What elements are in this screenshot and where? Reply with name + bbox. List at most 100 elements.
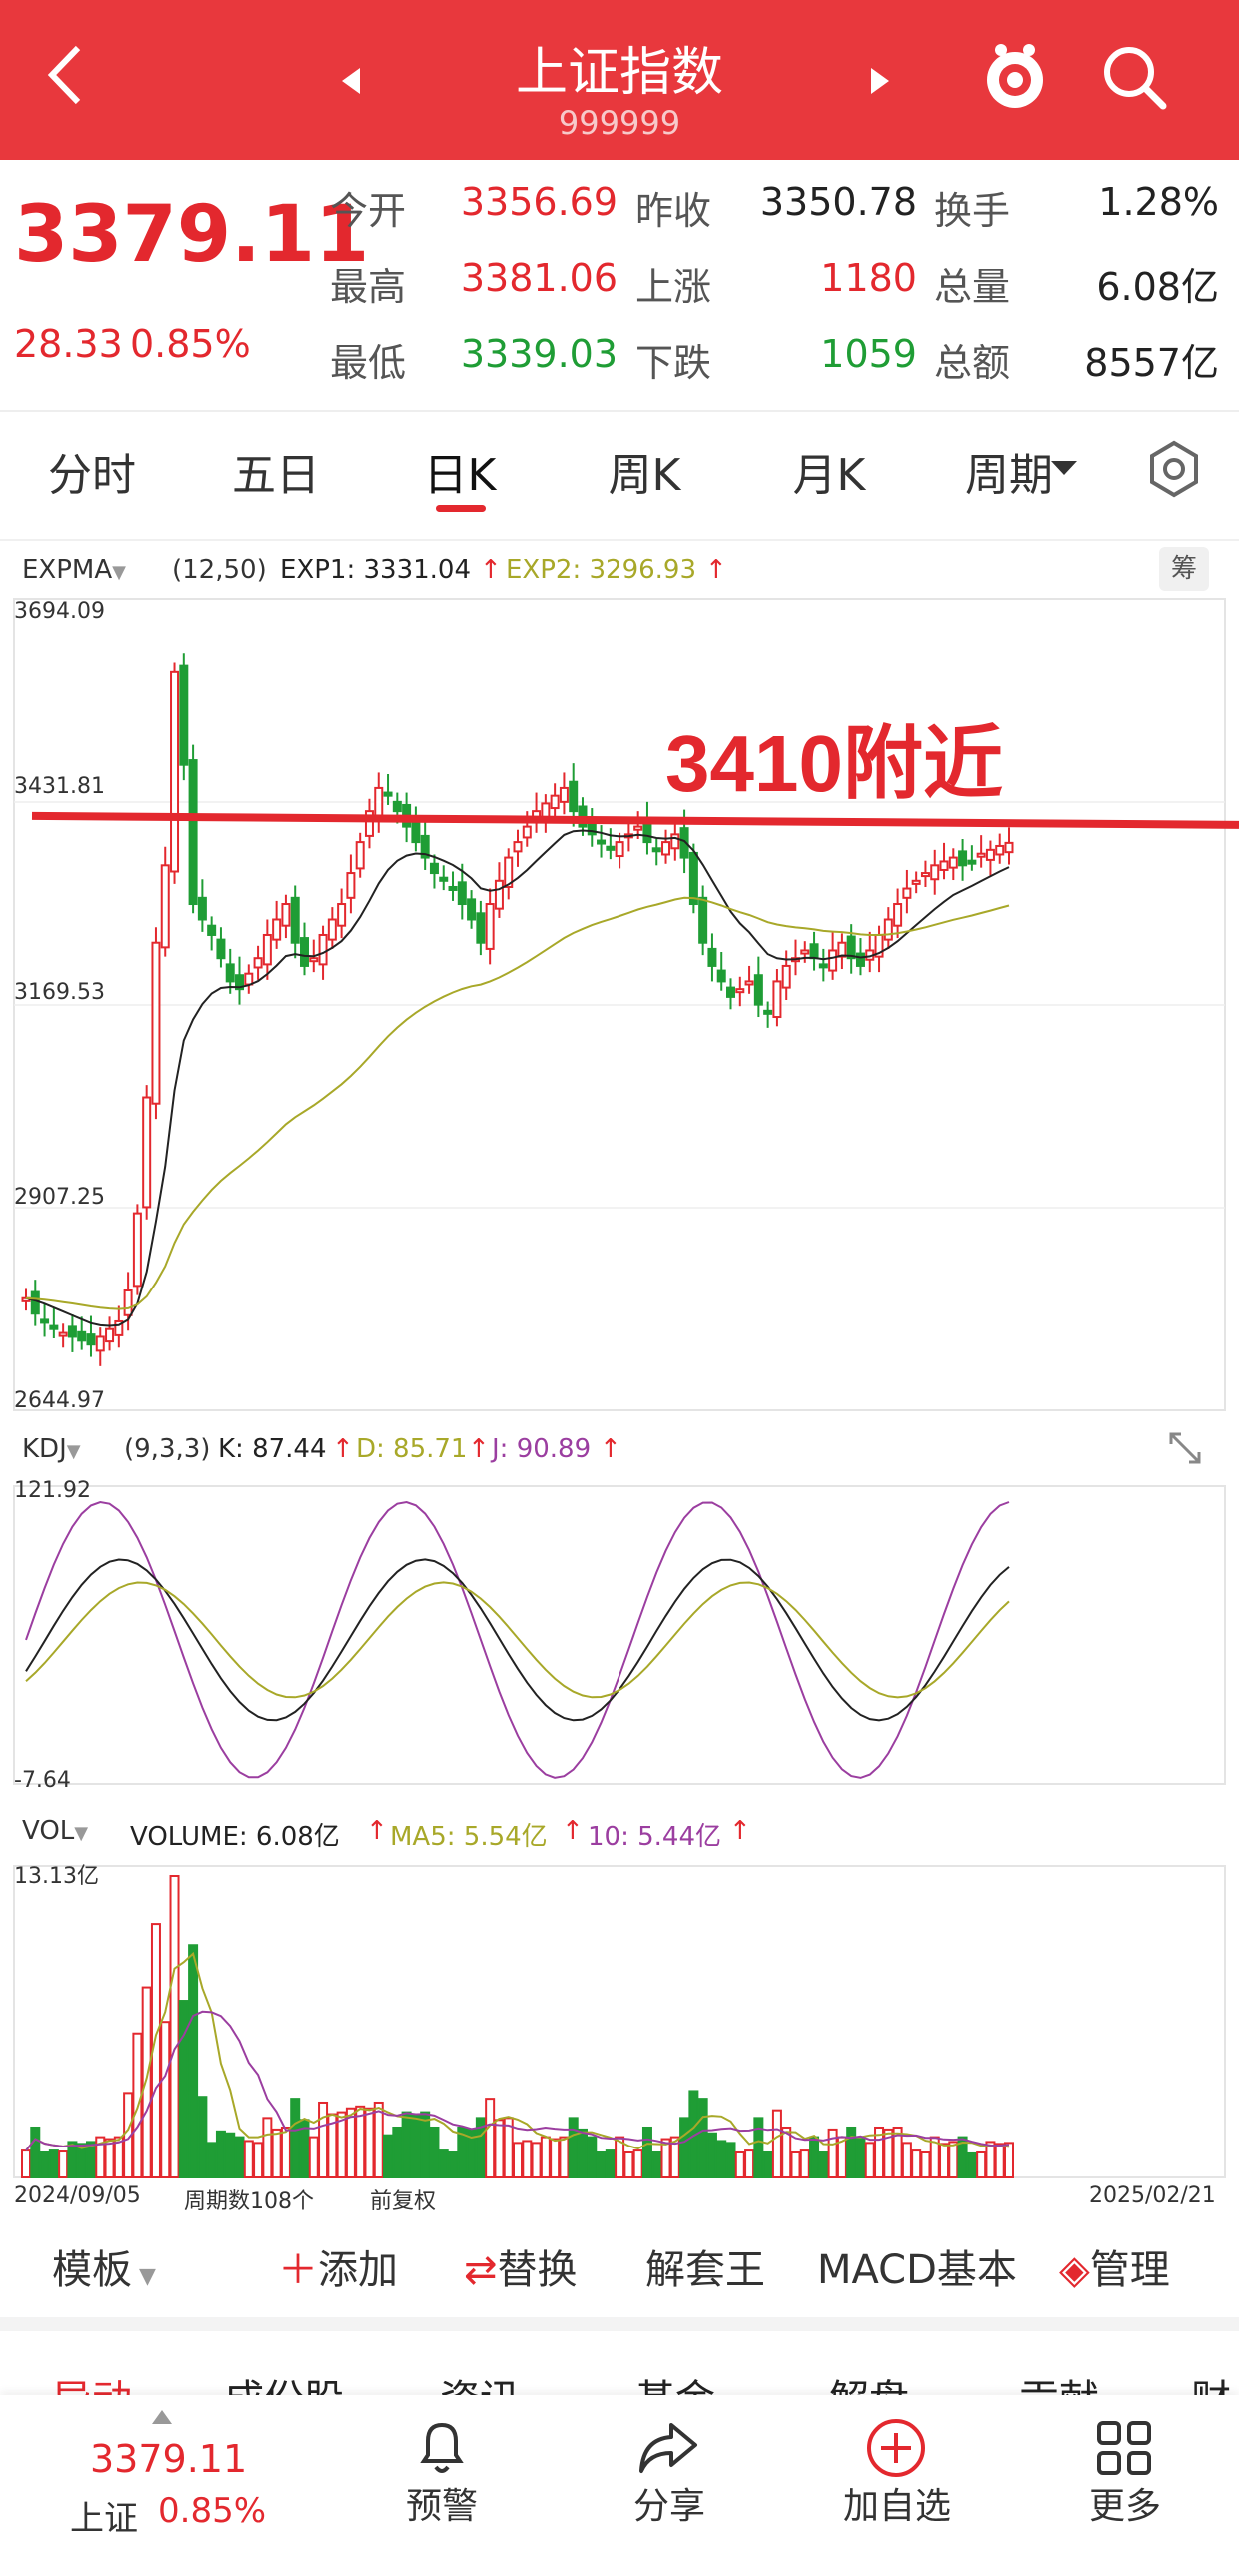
volume-bar: [39, 2150, 50, 2179]
volume-bar: [540, 2136, 551, 2179]
quote-value: 3356.69: [460, 180, 618, 224]
axis-start-date: 2024/09/05: [14, 2183, 141, 2208]
volume-bar: [716, 2140, 727, 2179]
add-watchlist-button[interactable]: 加自选: [817, 2477, 977, 2529]
candle: [902, 887, 912, 899]
candle: [911, 879, 921, 885]
page-title: 上证指数: [515, 43, 723, 103]
tab-daily-k[interactable]: 日K: [380, 439, 540, 503]
macd-button[interactable]: MACD基本: [817, 2237, 1017, 2295]
expand-icon[interactable]: [1167, 1430, 1203, 1470]
volume-bar: [679, 2117, 690, 2178]
settings-hex-icon[interactable]: [1144, 439, 1204, 503]
kdj-y-bottom: -7.64: [14, 1768, 71, 1793]
volume-bar: [559, 2136, 570, 2179]
candle: [967, 859, 977, 865]
vol-selector[interactable]: VOL▼: [22, 1816, 88, 1846]
reference-line: [31, 811, 1239, 829]
exp-params: (12,50): [172, 555, 267, 585]
kline-chart[interactable]: [0, 589, 1239, 2227]
volume-bar: [632, 2149, 643, 2179]
volume-bar: [308, 2136, 319, 2179]
kdj-selector[interactable]: KDJ▼: [22, 1434, 81, 1464]
tab-weekly-k[interactable]: 周K: [565, 439, 724, 503]
grid-icon[interactable]: [1095, 2419, 1153, 2481]
d-line: [25, 1581, 1010, 1699]
plus-circle-icon[interactable]: [865, 2417, 927, 2483]
search-icon[interactable]: [1099, 42, 1169, 116]
candle: [883, 918, 893, 941]
replace-label: 替换: [497, 2247, 578, 2293]
divider: [0, 539, 1239, 541]
candle: [1004, 841, 1014, 854]
volume-bar: [141, 1986, 152, 2179]
volume-bar: [846, 2126, 857, 2179]
volume-bar: [864, 2142, 875, 2179]
candle: [58, 1331, 68, 1337]
candle: [744, 980, 754, 986]
volume-bar: [67, 2141, 78, 2179]
chip-button[interactable]: 筹: [1159, 547, 1209, 591]
volume-bar: [550, 2138, 561, 2179]
volume-bar: [383, 2134, 394, 2178]
exp2-value: EXP2: 3296.93: [506, 555, 697, 585]
more-button[interactable]: 更多: [1045, 2477, 1205, 2529]
candle: [476, 912, 486, 944]
j-value: J: 90.89: [492, 1434, 592, 1464]
add-button[interactable]: ＋添加: [278, 2237, 398, 2295]
arrow-up-icon: ↑: [562, 1816, 584, 1846]
quote-label: 换手: [934, 189, 1011, 233]
price-change-pct: 0.85%: [130, 322, 251, 366]
candle: [800, 949, 810, 955]
candle: [513, 841, 523, 853]
candle: [160, 864, 170, 949]
candle: [374, 786, 384, 819]
alert-button[interactable]: 预警: [362, 2477, 522, 2529]
arrow-up-icon: ↑: [600, 1434, 621, 1464]
candle: [809, 943, 819, 960]
volume-bar: [243, 2140, 254, 2179]
candle: [939, 860, 949, 871]
indicator-name: KDJ: [22, 1434, 67, 1464]
arrow-up-icon: ↑: [705, 555, 727, 585]
bell-icon[interactable]: [412, 2417, 472, 2481]
volume-bar: [744, 2149, 755, 2179]
volume-bar: [855, 2138, 866, 2179]
share-icon[interactable]: [635, 2417, 699, 2481]
quote-label: 今开: [330, 189, 407, 233]
candle: [772, 980, 782, 1019]
template-button[interactable]: 模板 ▼: [52, 2237, 156, 2295]
candle: [179, 664, 189, 766]
chevron-down-icon: ▼: [66, 1441, 81, 1462]
volume-bar: [706, 2132, 717, 2178]
tab-monthly-k[interactable]: 月K: [749, 439, 909, 503]
candle: [976, 852, 986, 858]
y-axis-label: 3169.53: [14, 980, 105, 1005]
replace-button[interactable]: ⇄替换: [464, 2237, 578, 2295]
kdj-y-top: 121.92: [14, 1478, 91, 1503]
tab-five-day[interactable]: 五日: [196, 439, 356, 503]
candle: [763, 1009, 773, 1015]
candle: [40, 1318, 50, 1324]
mascot-icon[interactable]: [979, 40, 1051, 116]
candle: [855, 952, 865, 967]
indicator-selector[interactable]: EXPMA▼: [22, 555, 126, 585]
axis-adjust-mode: 前复权: [370, 2189, 437, 2214]
candle: [411, 820, 421, 844]
candle: [651, 847, 661, 853]
volume-bar: [623, 2150, 634, 2179]
manage-button[interactable]: ◈管理: [1059, 2237, 1170, 2295]
volume-bar: [827, 2128, 838, 2179]
unlock-button[interactable]: 解套王: [645, 2237, 765, 2295]
j-line: [25, 1500, 1010, 1779]
next-stock-icon[interactable]: [869, 66, 891, 100]
volume-bar: [920, 2150, 931, 2179]
quote-label: 总额: [934, 341, 1011, 385]
share-button[interactable]: 分享: [590, 2477, 749, 2529]
volume-bar: [939, 2143, 950, 2178]
candle: [151, 941, 161, 1105]
axis-end-date: 2025/02/21: [1089, 2183, 1216, 2208]
candle: [188, 759, 198, 906]
tab-intraday[interactable]: 分时: [12, 439, 172, 503]
candle: [290, 896, 300, 944]
